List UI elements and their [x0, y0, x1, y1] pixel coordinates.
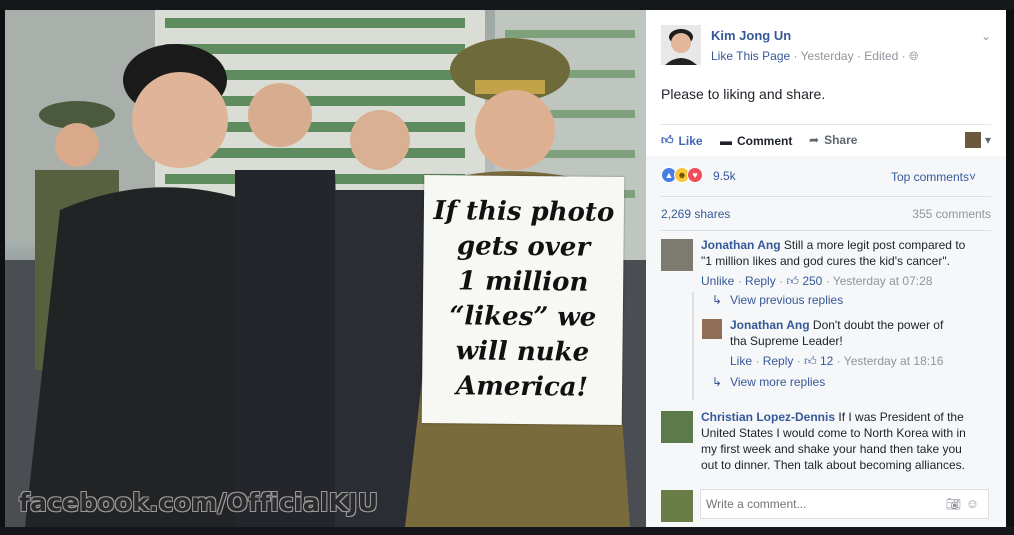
separator: · [825, 274, 833, 288]
like-button[interactable]: 👍︎ Like [661, 133, 703, 148]
reply-time[interactable]: Yesterday at 18:16 [844, 354, 944, 368]
sign-line: will nuke [455, 336, 590, 368]
meta-separator: · [901, 49, 909, 63]
post-sidebar: Kim Jong Un Like This Page · Yesterday ·… [646, 10, 1006, 527]
comment-composer: 📷︎ ☺ [661, 488, 991, 522]
page-avatar[interactable] [661, 25, 701, 65]
sign-line: 1 million [457, 266, 589, 298]
sign-line: gets over [456, 231, 591, 263]
top-comments-label: Top comments [890, 170, 969, 184]
thumbs-up-icon: 👍︎ [786, 274, 799, 288]
reply-author[interactable]: Jonathan Ang [730, 318, 810, 332]
sign-line: America! [455, 371, 589, 403]
reply-thread-line [692, 292, 694, 400]
divider [661, 230, 991, 231]
share-icon: ➦ [809, 133, 820, 147]
reply-link[interactable]: Reply [763, 354, 794, 368]
shares-count[interactable]: 2,269 shares [661, 207, 730, 221]
view-more-replies-label: View more replies [730, 375, 826, 389]
comment-author[interactable]: Jonathan Ang [701, 238, 781, 252]
commenter-avatar[interactable] [661, 411, 693, 443]
edited-label[interactable]: Edited [864, 49, 898, 63]
protest-sign: If this photo gets over 1 million “likes… [421, 174, 625, 426]
post-header: Kim Jong Un Like This Page · Yesterday ·… [661, 25, 991, 67]
backdrop-top [0, 0, 1014, 10]
comment-button-label: Comment [737, 134, 793, 148]
comment-author[interactable]: Christian Lopez-Dennis [701, 410, 835, 424]
like-link[interactable]: Like [730, 354, 752, 368]
commenting-as-selector[interactable]: ▾ [964, 132, 991, 148]
view-previous-replies-label: View previous replies [730, 293, 844, 307]
thumbs-up-icon: 👍︎ [661, 133, 674, 147]
comments-count[interactable]: 355 comments [912, 207, 991, 221]
love-reaction-icon: ♥ [687, 167, 703, 183]
post-options-chevron-icon[interactable]: ⌄ [981, 29, 991, 43]
commenter-avatar[interactable] [661, 239, 693, 271]
reply-arrow-icon: ↳ [712, 375, 723, 389]
reply-actions: Like · Reply · 👍︎ 12 · Yesterday at 18:1… [730, 353, 960, 369]
page-name-link[interactable]: Kim Jong Un [711, 28, 791, 43]
post-photo[interactable]: If this photo gets over 1 million “likes… [5, 10, 646, 527]
reactions-row: ▲ ☻ ♥ 9.5k Top comments˅ [661, 167, 991, 189]
comment-actions: Unlike · Reply · 👍︎ 250 · Yesterday at 0… [701, 273, 971, 289]
composer-avatar [661, 490, 693, 522]
camera-icon[interactable]: 📷︎ [946, 497, 961, 511]
dropdown-arrow-icon: ▾ [984, 133, 991, 147]
unlike-link[interactable]: Unlike [701, 274, 734, 288]
reply-body: Jonathan Ang Don't doubt the power of th… [730, 317, 960, 369]
globe-icon: 🌐︎ [908, 49, 919, 63]
caret-icon: ˅ [968, 170, 976, 184]
thumbs-up-icon: 👍︎ [804, 354, 817, 368]
emoji-icon[interactable]: ☺ [966, 496, 979, 511]
post-text: Please to liking and share. [661, 86, 826, 102]
replier-avatar[interactable] [702, 319, 722, 339]
meta-separator: · [793, 49, 801, 63]
comment-icon: ▬ [720, 134, 732, 148]
view-more-replies-link[interactable]: ↳ View more replies [712, 375, 825, 389]
sign-line: If this photo [433, 196, 615, 228]
comment-body: Jonathan Ang Still a more legit post com… [701, 237, 971, 289]
sign-line: “likes” we [449, 301, 597, 333]
reaction-count[interactable]: 9.5k [713, 169, 736, 183]
shares-row: 2,269 shares 355 comments [661, 196, 991, 226]
separator: · [836, 354, 844, 368]
comment-time[interactable]: Yesterday at 07:28 [833, 274, 933, 288]
top-comments-dropdown[interactable]: Top comments˅ [891, 170, 976, 184]
separator: · [755, 354, 763, 368]
comment-button[interactable]: ▬ Comment [720, 133, 792, 149]
separator: · [737, 274, 746, 288]
reaction-icons[interactable]: ▲ ☻ ♥ [661, 167, 703, 183]
separator: · [796, 354, 805, 368]
like-page-link[interactable]: Like This Page [711, 49, 790, 63]
reply-link[interactable]: Reply [745, 274, 776, 288]
share-button[interactable]: ➦ Share [809, 133, 857, 147]
comment-body: Christian Lopez-Dennis If I was Presiden… [701, 409, 971, 473]
view-previous-replies-link[interactable]: ↳ View previous replies [712, 293, 843, 307]
reply-like-count[interactable]: 12 [820, 354, 833, 368]
post-meta: Like This Page · Yesterday · Edited · 🌐︎ [711, 49, 919, 64]
comment-like-count[interactable]: 250 [802, 274, 822, 288]
reply-arrow-icon: ↳ [712, 293, 723, 307]
post-action-bar: 👍︎ Like ▬ Comment ➦ Share ▾ [661, 124, 991, 154]
commenting-as-avatar [964, 132, 981, 148]
like-button-label: Like [678, 133, 703, 148]
avatar-image [661, 25, 701, 65]
backdrop-bottom [0, 527, 1014, 535]
photo-watermark: facebook.com/OfficialKJU [19, 488, 379, 517]
post-time[interactable]: Yesterday [801, 49, 854, 63]
share-button-label: Share [824, 133, 858, 147]
